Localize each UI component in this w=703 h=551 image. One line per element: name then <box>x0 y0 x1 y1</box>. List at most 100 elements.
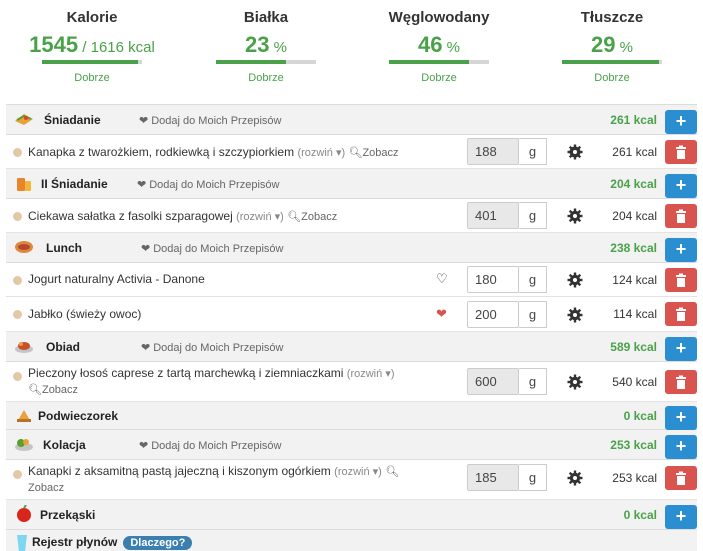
add-product-button[interactable]: + <box>665 110 697 134</box>
burrito-icon <box>15 241 33 253</box>
delete-button[interactable] <box>665 268 697 292</box>
delete-button[interactable] <box>665 140 697 164</box>
glass-icon <box>17 535 27 551</box>
delete-button[interactable] <box>665 466 697 490</box>
item-kcal: 114 kcal <box>613 307 657 321</box>
stat-suffix: % <box>269 39 287 56</box>
item-name[interactable]: Pieczony łosoś caprese z tartą marchewką… <box>28 366 408 398</box>
meal-name: II Śniadanie <box>41 177 108 191</box>
heart-filled-icon[interactable]: ❤ <box>436 306 447 322</box>
add-product-button[interactable]: + <box>665 174 697 198</box>
meal-header-breakfast: Śniadanie ❤ Dodaj do Moich Przepisów 261 … <box>6 105 697 135</box>
expand-link[interactable]: (rozwiń ▾) <box>334 466 382 478</box>
quantity-input[interactable]: 180 <box>467 266 519 293</box>
meal-name: Kolacja <box>43 438 86 452</box>
gear-icon[interactable] <box>567 208 583 224</box>
add-to-favorites-link[interactable]: ❤ Dodaj do Moich Przepisów <box>141 242 283 255</box>
add-to-favorites-link[interactable]: ❤ Dodaj do Moich Przepisów <box>141 341 283 354</box>
gear-icon[interactable] <box>567 272 583 288</box>
heart-icon: ❤ <box>139 440 149 452</box>
expand-link[interactable]: (rozwiń ▾) <box>347 368 395 380</box>
item-dot <box>13 470 22 479</box>
see-link[interactable]: 🔍︎Zobacz <box>348 147 398 159</box>
stat-number: 1545 <box>29 32 79 57</box>
item-name[interactable]: Kanapki z aksamitną pastą jajeczną i kis… <box>28 464 418 496</box>
unit-select[interactable]: g <box>519 464 547 491</box>
delete-button[interactable] <box>665 204 697 228</box>
fluids-register-header: Rejestr płynów Dlaczego? <box>6 530 697 551</box>
item-name[interactable]: Kanapka z twarożkiem, rodkiewką i szczyp… <box>28 145 399 161</box>
add-product-button[interactable]: + <box>665 435 697 459</box>
expand-link[interactable]: (rozwiń ▾) <box>236 211 284 223</box>
meal-header-second-breakfast: II Śniadanie ❤ Dodaj do Moich Przepisów 2… <box>6 169 697 199</box>
heart-outline-icon[interactable]: ♡ <box>436 271 448 287</box>
summary-fat: Tłuszcze 29 % Dobrze <box>537 8 687 85</box>
gear-icon[interactable] <box>567 374 583 390</box>
item-dot <box>13 148 22 157</box>
favorites-label: Dodaj do Moich Przepisów <box>151 115 282 127</box>
progress-fill <box>562 60 659 64</box>
delete-button[interactable] <box>665 370 697 394</box>
stat-number: 23 <box>245 32 270 57</box>
gear-icon[interactable] <box>567 470 583 486</box>
see-link[interactable]: 🔍︎Zobacz <box>28 384 78 396</box>
progress-bar <box>389 60 489 64</box>
meal-item: Kanapka z twarożkiem, rodkiewką i szczyp… <box>6 135 697 169</box>
progress-bar <box>42 60 142 64</box>
meal-name: Przekąski <box>40 508 96 522</box>
stat-value: 46 % <box>364 30 514 60</box>
heart-icon: ❤ <box>139 115 149 127</box>
item-name[interactable]: Ciekawa sałatka z fasolki szparagowej (r… <box>28 209 337 225</box>
stat-value: 23 % <box>191 30 341 60</box>
quantity-input[interactable]: 185 <box>467 464 519 491</box>
item-kcal: 261 kcal <box>612 145 657 159</box>
unit-select[interactable]: g <box>519 301 547 328</box>
add-to-favorites-link[interactable]: ❤ Dodaj do Moich Przepisów <box>139 114 281 127</box>
dinner-plate-icon <box>15 342 33 353</box>
meal-item: Kanapki z aksamitną pastą jajeczną i kis… <box>6 460 697 500</box>
stat-title: Kalorie <box>66 9 118 26</box>
quantity-input[interactable]: 200 <box>467 301 519 328</box>
see-label: Zobacz <box>28 482 65 494</box>
favorites-label: Dodaj do Moich Przepisów <box>151 440 282 452</box>
item-name[interactable]: Jabłko (świeży owoc) <box>28 307 141 322</box>
meal-kcal: 261 kcal <box>610 113 657 127</box>
add-product-button[interactable]: + <box>665 337 697 361</box>
trash-icon <box>676 273 686 287</box>
see-label: Zobacz <box>41 384 79 396</box>
unit-select[interactable]: g <box>519 138 547 165</box>
delete-button[interactable] <box>665 302 697 326</box>
meal-item: Ciekawa sałatka z fasolki szparagowej (r… <box>6 199 697 233</box>
apple-icon <box>17 505 31 522</box>
meals-table: Śniadanie ❤ Dodaj do Moich Przepisów 261 … <box>6 104 697 551</box>
stat-number: 46 <box>418 32 443 57</box>
add-to-favorites-link[interactable]: ❤ Dodaj do Moich Przepisów <box>137 178 279 191</box>
add-to-favorites-link[interactable]: ❤ Dodaj do Moich Przepisów <box>139 439 281 452</box>
meal-kcal: 0 kcal <box>623 409 657 423</box>
heart-icon: ❤ <box>137 179 147 191</box>
why-badge[interactable]: Dlaczego? <box>123 536 193 550</box>
meal-name: Obiad <box>46 340 81 354</box>
item-kcal: 124 kcal <box>612 273 657 287</box>
quantity-input[interactable]: 401 <box>467 202 519 229</box>
gear-icon[interactable] <box>567 307 583 323</box>
meal-item: Jabłko (świeży owoc) ❤ 200 g 114 kcal <box>6 297 697 332</box>
heart-icon: ❤ <box>141 342 151 354</box>
add-product-button[interactable]: + <box>665 505 697 529</box>
item-label: Kanapka z twarożkiem, rodkiewką i szczyp… <box>28 145 295 159</box>
progress-fill <box>389 60 469 64</box>
add-product-button[interactable]: + <box>665 238 697 262</box>
add-product-button[interactable]: + <box>665 406 697 430</box>
unit-select[interactable]: g <box>519 266 547 293</box>
gear-icon[interactable] <box>567 144 583 160</box>
quantity-input[interactable]: 600 <box>467 368 519 395</box>
expand-link[interactable]: (rozwiń ▾) <box>297 147 345 159</box>
unit-select[interactable]: g <box>519 202 547 229</box>
summary-carbs: Węglowodany 46 % Dobrze <box>364 8 514 85</box>
see-link[interactable]: 🔍︎Zobacz <box>287 211 337 223</box>
quantity-input[interactable]: 188 <box>467 138 519 165</box>
meal-kcal: 589 kcal <box>610 340 657 354</box>
unit-select[interactable]: g <box>519 368 547 395</box>
progress-bar <box>562 60 662 64</box>
item-name[interactable]: Jogurt naturalny Activia - Danone <box>28 272 205 287</box>
